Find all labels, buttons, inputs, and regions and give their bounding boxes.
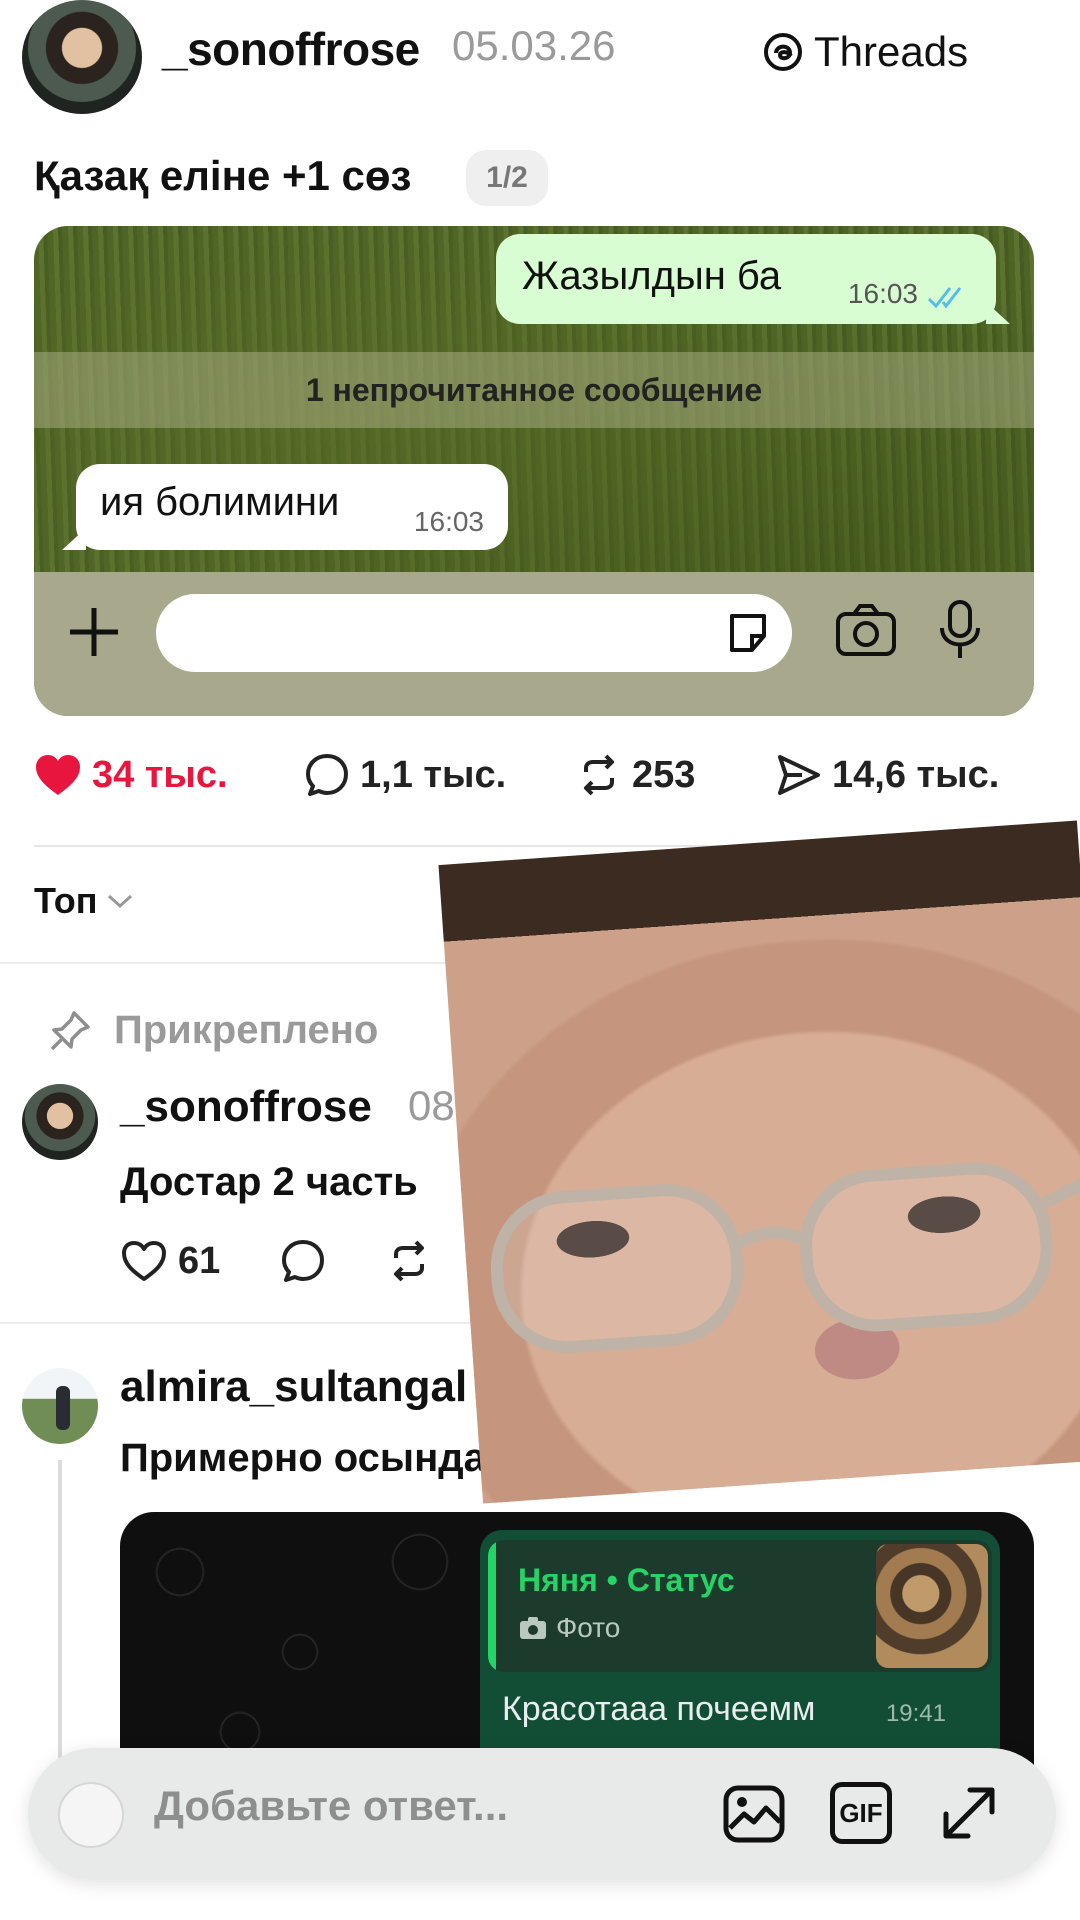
chat-text-field xyxy=(156,594,792,672)
threads-logo-icon xyxy=(764,33,802,71)
outgoing-message-text: Жазылдын ба xyxy=(522,254,782,298)
comments-count: 1,1 тыс. xyxy=(360,753,507,796)
comment-icon xyxy=(282,1240,325,1282)
expand-icon[interactable] xyxy=(936,1780,1002,1846)
reply-repost-button[interactable] xyxy=(386,1238,432,1284)
quote-media: Фото xyxy=(518,1612,620,1644)
pinned-label: Прикреплено xyxy=(114,1008,379,1052)
unread-banner: 1 непрочитанное сообщение xyxy=(34,352,1034,428)
incoming-message-text: ия болимини xyxy=(100,480,340,524)
image-icon[interactable] xyxy=(722,1782,786,1846)
reply-date: 08 xyxy=(408,1082,455,1129)
status-quote: Няня • Статус Фото xyxy=(488,1540,992,1672)
avatar[interactable] xyxy=(22,1368,98,1444)
face-overlay-photo xyxy=(438,820,1080,1504)
like-button[interactable]: 34 тыс. xyxy=(34,753,304,797)
reply-actions: 61 xyxy=(120,1238,432,1284)
gif-icon[interactable]: GIF xyxy=(830,1782,892,1844)
repost-icon xyxy=(584,754,614,796)
plus-icon xyxy=(70,608,118,656)
reposts-count: 253 xyxy=(632,753,696,796)
sticker-icon xyxy=(730,614,766,652)
chat-input-bar xyxy=(34,572,1034,716)
incoming-message: ия болимини 16:03 xyxy=(62,464,508,550)
reply-comment-button[interactable] xyxy=(280,1238,326,1284)
heart-icon xyxy=(122,1241,166,1281)
reply-image-chat[interactable]: Няня • Статус Фото Красотааа почеемм 19:… xyxy=(120,1512,1034,1772)
send-icon xyxy=(778,755,820,795)
heart-filled-icon xyxy=(36,755,80,795)
reply-likes-count: 61 xyxy=(178,1239,221,1282)
reply-username[interactable]: almira_sultangal xyxy=(120,1362,467,1412)
reply-composer: GIF xyxy=(28,1748,1056,1880)
thread-line xyxy=(58,1460,62,1760)
sort-dropdown[interactable]: Топ xyxy=(34,880,135,922)
incoming-message-time: 16:03 xyxy=(413,506,484,537)
pin-icon xyxy=(50,1010,90,1050)
outgoing-message-time: 16:03 xyxy=(847,278,918,309)
dark-message-time: 19:41 xyxy=(885,1700,946,1727)
reply-text: Достар 2 часть xyxy=(120,1160,418,1204)
camera-icon xyxy=(520,1617,546,1639)
quote-media-label: Фото xyxy=(556,1612,621,1643)
post-title: Қазақ еліне +1 сөз xyxy=(34,152,412,199)
double-check-icon xyxy=(927,287,962,309)
reply-like-button[interactable]: 61 xyxy=(120,1239,220,1283)
quote-thumbnail xyxy=(876,1544,988,1668)
pinned-indicator: Прикреплено xyxy=(48,1008,378,1053)
likes-count: 34 тыс. xyxy=(92,753,228,796)
post-date: 05.03.26 xyxy=(452,22,616,69)
threads-brand: Threads xyxy=(760,28,968,76)
repost-button[interactable]: 253 xyxy=(576,752,776,798)
quoted-message-bubble: Няня • Статус Фото Красотааа почеемм 19:… xyxy=(480,1530,1000,1772)
reply-input[interactable] xyxy=(154,1782,694,1830)
page-indicator: 1/2 xyxy=(466,150,548,206)
author-username[interactable]: _sonoffrose xyxy=(162,22,420,76)
post-image-chat[interactable]: Жазылдын ба 16:03 1 непрочитанное сообще… xyxy=(34,226,1034,716)
outgoing-message: Жазылдын ба 16:03 xyxy=(496,234,1010,324)
post-actions: 34 тыс. 1,1 тыс. 253 14,6 тыс. xyxy=(34,752,1044,798)
microphone-icon xyxy=(940,600,980,658)
quote-title: Няня • Статус xyxy=(518,1562,735,1598)
dark-message-text: Красотааа почеемм xyxy=(502,1690,816,1728)
glasses-shape xyxy=(490,1162,1080,1354)
repost-icon xyxy=(394,1240,425,1282)
threads-label: Threads xyxy=(814,28,969,75)
comment-icon xyxy=(306,754,348,796)
composer-avatar xyxy=(58,1782,124,1848)
comment-button[interactable]: 1,1 тыс. xyxy=(304,752,576,798)
avatar[interactable] xyxy=(22,1084,98,1160)
share-button[interactable]: 14,6 тыс. xyxy=(776,752,999,798)
author-avatar[interactable] xyxy=(22,0,142,114)
camera-icon xyxy=(836,604,896,656)
chevron-down-icon xyxy=(108,894,133,909)
sort-label: Топ xyxy=(34,880,98,921)
reply-username[interactable]: _sonoffrose xyxy=(120,1082,372,1132)
quote-accent-bar xyxy=(488,1540,496,1672)
shares-count: 14,6 тыс. xyxy=(832,753,1000,796)
